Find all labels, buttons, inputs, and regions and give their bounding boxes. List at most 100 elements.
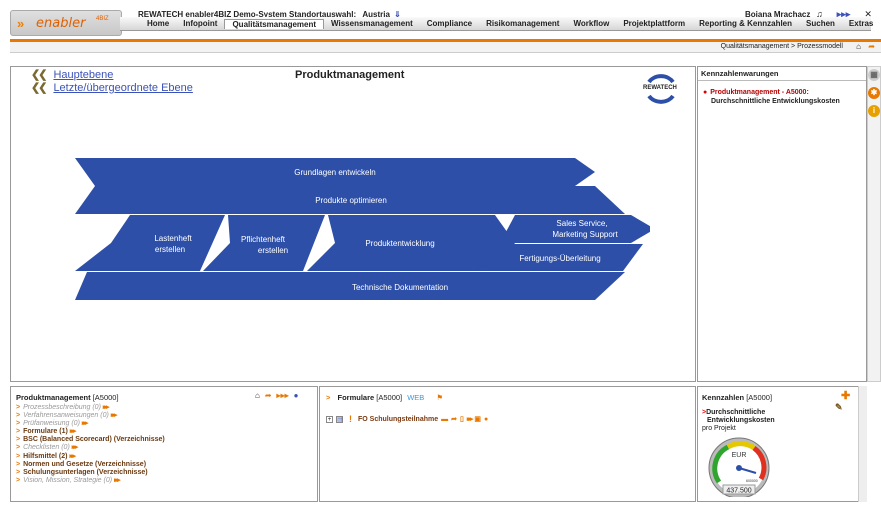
- kpi-panel-code: [A5000]: [746, 393, 773, 402]
- expand-icon[interactable]: +: [326, 415, 333, 423]
- menu-workflow[interactable]: Workflow: [566, 19, 616, 28]
- main-menu: Home Infopoint Qualitätsmanagement Wisse…: [120, 17, 873, 31]
- menu-reporting[interactable]: Reporting & Kennzahlen: [692, 19, 799, 28]
- print-icon[interactable]: ▣: [474, 415, 481, 423]
- flag-icon[interactable]: ⚑: [436, 393, 443, 402]
- kpi-item[interactable]: >Durchschnittliche Entwicklungskosten: [702, 409, 775, 425]
- document-icon[interactable]: ▤: [336, 415, 343, 423]
- kpi-item-line1[interactable]: Durchschnittliche: [706, 409, 765, 416]
- list-item-label[interactable]: Prozessbeschreibung (0): [23, 404, 101, 411]
- list-item[interactable]: > Checklisten (0) ▸▸▸: [16, 444, 165, 452]
- list-item-label[interactable]: Prüfanweisung (0): [23, 420, 80, 427]
- enabler-logo[interactable]: » enabler 4BIZ: [10, 10, 122, 36]
- list-item[interactable]: > Verfahrensanweisungen (0) ▸▸▸: [16, 412, 165, 420]
- list-item[interactable]: > Formulare (1) ▸▸▸: [16, 428, 165, 436]
- home-icon[interactable]: ⌂: [255, 391, 260, 400]
- fast-forward-icon[interactable]: ▸▸▸: [467, 415, 473, 423]
- list-item-label[interactable]: Verfahrensanweisungen (0): [23, 412, 109, 419]
- list-item[interactable]: > Schulungsunterlagen (Verzeichnisse): [16, 469, 165, 477]
- forms-panel-code: [A5000]: [376, 393, 403, 402]
- step-lastenheft[interactable]: [75, 215, 225, 271]
- kpi-scrollbar[interactable]: [858, 386, 867, 502]
- menu-wissensmanagement[interactable]: Wissensmanagement: [324, 19, 420, 28]
- list-item-label[interactable]: Formulare (1): [23, 428, 68, 435]
- list-item[interactable]: > Normen und Gesetze (Verzeichnisse): [16, 461, 165, 469]
- kpi-warnings-panel: Kennzahlenwarungen ● Produktmanagement - …: [697, 66, 867, 382]
- menu-extras[interactable]: Extras: [842, 19, 880, 28]
- fast-forward-icon[interactable]: ▸▸▸: [82, 420, 88, 427]
- double-left-icon: ❮❮: [31, 69, 48, 81]
- info-icon[interactable]: i: [868, 105, 880, 117]
- list-item[interactable]: > Prüfanweisung (0) ▸▸▸: [16, 420, 165, 428]
- kpi-item-line2[interactable]: Entwicklungskosten: [702, 417, 775, 425]
- list-item-label[interactable]: Normen und Gesetze (Verzeichnisse): [23, 461, 146, 468]
- add-icon[interactable]: ✚: [841, 389, 850, 402]
- forms-panel-title: Formulare: [337, 393, 375, 402]
- nav-parent-level[interactable]: ❮❮ Letzte/übergeordnete Ebene: [31, 82, 193, 95]
- rewatech-logo-text: REWATECH: [643, 85, 677, 91]
- breadcrumb-bar: Qualitätsmanagement > Prozessmodell ⌂ ➦: [10, 42, 881, 53]
- process-panel-icons: ⌂ ➦ ▸▸▸ ●: [255, 391, 298, 400]
- nav-main-level-label[interactable]: Hauptebene: [53, 69, 113, 82]
- forward-icon[interactable]: ➦: [451, 415, 457, 423]
- list-item[interactable]: > Hilfsmittel (2) ▸▸▸: [16, 453, 165, 461]
- help-icon[interactable]: ●: [294, 391, 299, 400]
- menu-home[interactable]: Home: [140, 19, 176, 28]
- menu-projektplattform[interactable]: Projektplattform: [616, 19, 692, 28]
- logo-arrows-icon: »: [17, 16, 24, 31]
- list-item[interactable]: > BSC (Balanced Scorecard) (Verzeichnisse…: [16, 436, 165, 444]
- step-sales-line2: Marketing Support: [552, 230, 618, 239]
- list-item-label[interactable]: Checklisten (0): [23, 444, 70, 451]
- rewatech-logo: REWATECH: [641, 72, 681, 106]
- form-row[interactable]: + ▤ ! FO Schulungsteilnahme ▬ ➦ ▯ ▸▸▸ ▣ …: [326, 414, 488, 424]
- list-item[interactable]: > Prozessbeschreibung (0) ▸▸▸: [16, 404, 165, 412]
- double-left-icon: ❮❮: [31, 82, 48, 94]
- forward-icon[interactable]: ➦: [868, 42, 875, 51]
- warning-item-detail: Durchschnittliche Entwicklungskosten: [711, 98, 840, 105]
- gauge-scale-label: 600000: [746, 479, 758, 483]
- edit-icon[interactable]: ▬: [441, 416, 448, 423]
- step-pflichtenheft-line2: erstellen: [258, 246, 288, 255]
- settings-icon[interactable]: ✱: [868, 87, 880, 99]
- row-produkte-optimieren-label: Produkte optimieren: [315, 196, 387, 205]
- fast-forward-icon[interactable]: ▸▸▸: [72, 444, 78, 451]
- fast-forward-icon[interactable]: ▸▸▸: [69, 453, 75, 460]
- breadcrumb[interactable]: Qualitätsmanagement > Prozessmodell: [721, 43, 843, 50]
- form-name[interactable]: FO Schulungsteilnahme: [358, 416, 438, 423]
- fast-forward-icon[interactable]: ▸▸▸: [103, 404, 109, 411]
- step-fertigungs-label: Fertigungs-Überleitung: [519, 254, 600, 263]
- menu-suchen[interactable]: Suchen: [799, 19, 842, 28]
- web-link[interactable]: WEB: [407, 393, 424, 402]
- list-item-label[interactable]: Hilfsmittel (2): [23, 453, 67, 460]
- home-icon[interactable]: ⌂: [856, 42, 861, 51]
- list-item-label[interactable]: BSC (Balanced Scorecard) (Verzeichnisse): [23, 436, 165, 443]
- fast-forward-icon[interactable]: ▸▸▸: [111, 412, 117, 419]
- stop-icon[interactable]: ●: [484, 416, 488, 423]
- menu-risikomanagement[interactable]: Risikomanagement: [479, 19, 566, 28]
- edit-icon[interactable]: ✎: [835, 402, 843, 413]
- file-icon[interactable]: ▯: [460, 415, 464, 423]
- menu-infopoint[interactable]: Infopoint: [176, 19, 224, 28]
- kpi-panel-title-text: Kennzahlen: [702, 393, 745, 402]
- side-toolbar: ▦ ✱ i: [867, 66, 881, 382]
- nav-parent-level-label[interactable]: Letzte/übergeordnete Ebene: [53, 82, 192, 95]
- nav-main-level[interactable]: ❮❮ Hauptebene: [31, 69, 193, 82]
- list-item-label[interactable]: Schulungsunterlagen (Verzeichnisse): [23, 469, 147, 476]
- warning-item[interactable]: ● Produktmanagement - A5000: Durchschnitt…: [703, 88, 840, 106]
- fast-forward-icon[interactable]: ▸▸▸: [70, 428, 76, 435]
- kpi-gauge: EUR 600000 437.500: [708, 437, 770, 497]
- warning-item-title[interactable]: Produktmanagement - A5000:: [710, 89, 809, 96]
- menu-compliance[interactable]: Compliance: [420, 19, 479, 28]
- list-item[interactable]: > Vision, Mission, Strategie (0) ▸▸▸: [16, 477, 165, 485]
- grid-icon[interactable]: ▦: [868, 69, 880, 81]
- gauge-currency: EUR: [732, 452, 747, 459]
- menu-qualitaetsmanagement[interactable]: Qualitätsmanagement: [224, 18, 325, 29]
- fast-forward-icon[interactable]: ▸▸▸: [114, 477, 120, 484]
- forward-icon[interactable]: ➦: [265, 391, 272, 400]
- row-technische-dokumentation[interactable]: [75, 272, 625, 300]
- step-lastenheft-line1: Lastenheft: [154, 234, 192, 243]
- gauge-value: 437.500: [726, 488, 751, 495]
- warning-dot-icon: ●: [703, 89, 708, 96]
- list-item-label[interactable]: Vision, Mission, Strategie (0): [23, 477, 112, 484]
- fast-forward-icon[interactable]: ▸▸▸: [277, 391, 289, 400]
